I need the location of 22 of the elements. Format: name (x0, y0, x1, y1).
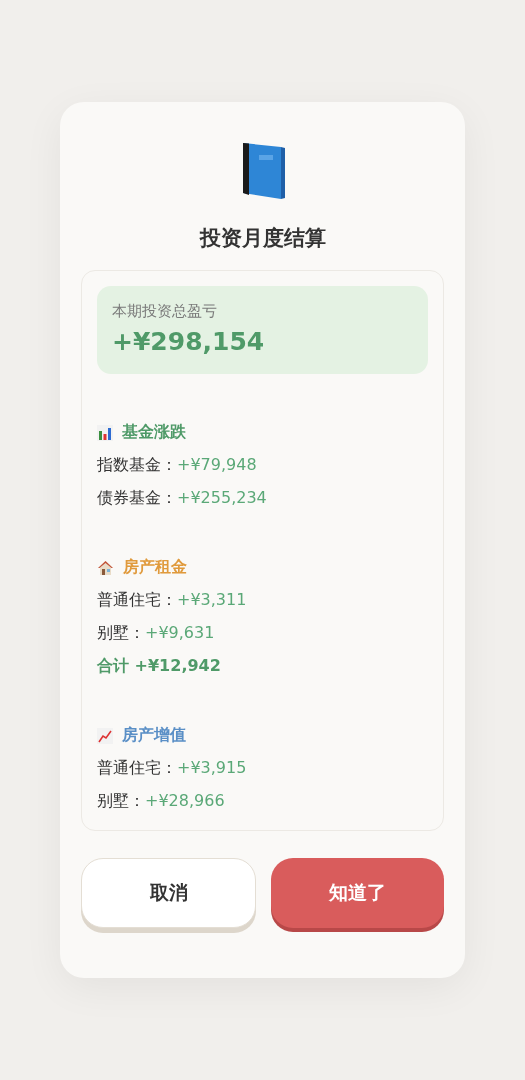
summary-value: +¥298,154 (112, 327, 266, 356)
item-label: 普通住宅： (97, 758, 177, 779)
section-title: 房产增值 (122, 725, 186, 746)
bar-chart-icon (97, 424, 113, 441)
item-value: +¥3,915 (177, 758, 247, 777)
summary-label: 本期投资总盈亏 (112, 302, 218, 321)
item-label: 指数基金： (97, 455, 177, 476)
item-value: +¥3,311 (177, 590, 247, 609)
section-title: 房产租金 (123, 557, 187, 578)
item-value: +¥255,234 (177, 488, 267, 507)
section-title: 基金涨跌 (122, 422, 186, 443)
item-value: +¥79,948 (177, 455, 257, 474)
trend-chart-icon (97, 727, 113, 744)
item-value: +¥9,631 (145, 623, 215, 642)
item-label: 别墅： (97, 623, 145, 644)
total-value: 合计 +¥12,942 (97, 656, 222, 677)
item-label: 债券基金： (97, 488, 177, 509)
dialog-title: 投资月度结算 (199, 225, 326, 252)
item-label: 普通住宅： (97, 590, 177, 611)
item-label: 别墅： (97, 791, 145, 812)
house-icon (97, 559, 114, 576)
item-value: +¥28,966 (145, 791, 225, 810)
